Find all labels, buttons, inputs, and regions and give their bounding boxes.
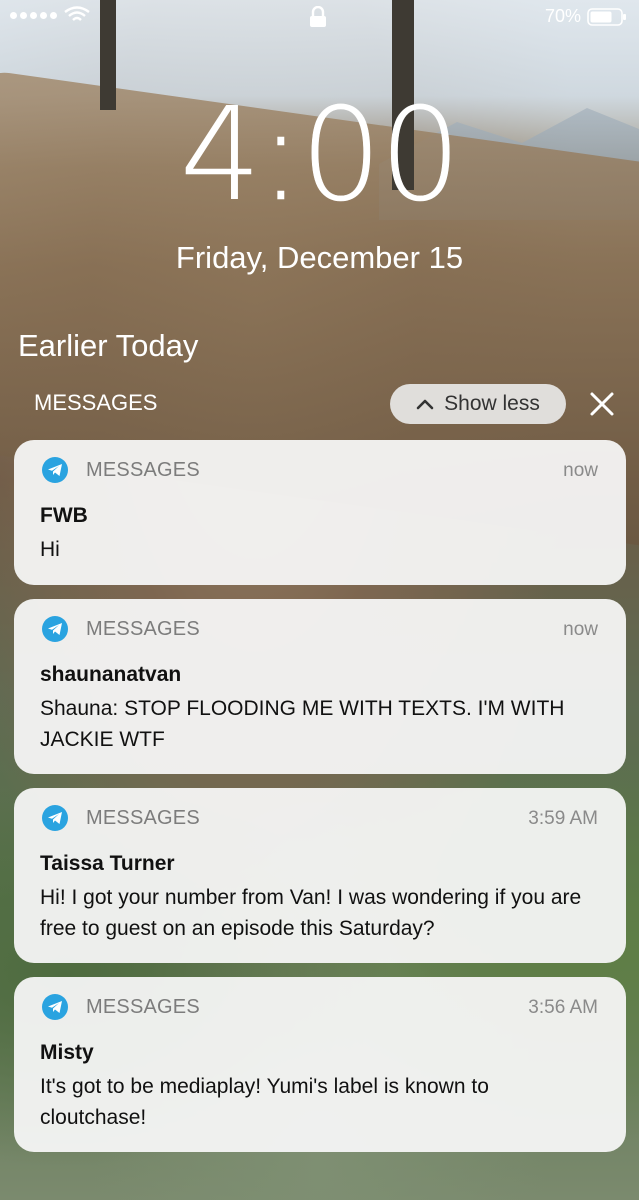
section-title: Earlier Today [18, 328, 199, 363]
wifi-icon [64, 6, 90, 21]
telegram-plane-icon [42, 805, 68, 831]
chevron-up-icon [416, 399, 434, 410]
lock-screen-clock: 4:00 [179, 81, 462, 230]
show-less-button[interactable]: Show less [390, 384, 566, 424]
notification-sender: shaunanatvan [40, 663, 182, 686]
signal-icon [10, 12, 57, 19]
notification-body: Hi [40, 538, 60, 561]
notification-time: 3:56 AM [528, 997, 598, 1018]
app-name: MESSAGES [86, 996, 200, 1018]
telegram-plane-icon [42, 457, 68, 483]
app-name: MESSAGES [86, 807, 200, 829]
lock-screen-date: Friday, December 15 [175, 240, 464, 275]
notification-time: now [563, 460, 598, 481]
notification-card[interactable]: MESSAGES now shaunanatvan Shauna: STOP F… [14, 599, 626, 774]
notification-sender: Taissa Turner [40, 852, 175, 875]
notification-time: 3:59 AM [528, 808, 598, 829]
notification-body: Shauna: STOP FLOODING ME WITH TEXTS. I'M… [40, 697, 565, 751]
telegram-plane-icon [42, 994, 68, 1020]
notification-card[interactable]: MESSAGES 3:59 AM Taissa Turner Hi! I got… [14, 788, 626, 963]
notification-body: Hi! I got your number from Van! I was wo… [40, 886, 582, 940]
show-less-label: Show less [444, 392, 540, 415]
notification-card[interactable]: MESSAGES 3:56 AM Misty It's got to be me… [14, 977, 626, 1152]
notification-time: now [563, 619, 598, 640]
notification-group-label: MESSAGES [34, 390, 158, 415]
notification-body: It's got to be mediaplay! Yumi's label i… [40, 1075, 489, 1129]
notification-sender: Misty [40, 1041, 94, 1064]
lock-icon [310, 6, 326, 27]
notification-sender: FWB [40, 504, 88, 527]
status-bar: 70% [0, 0, 639, 34]
battery-percentage: 70% [544, 6, 581, 26]
battery-icon [587, 8, 626, 26]
close-icon[interactable] [586, 388, 618, 420]
telegram-plane-icon [42, 616, 68, 642]
app-name: MESSAGES [86, 459, 200, 481]
notification-card[interactable]: MESSAGES now FWB Hi [14, 440, 626, 585]
app-name: MESSAGES [86, 618, 200, 640]
